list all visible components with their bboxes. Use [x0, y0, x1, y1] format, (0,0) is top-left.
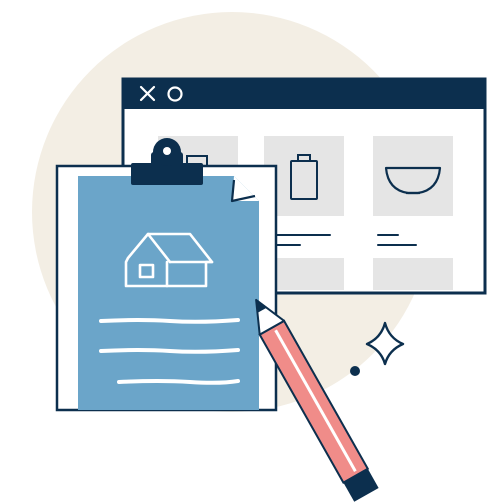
- product-tile-row2-b: [373, 258, 453, 290]
- clipboard: [55, 138, 278, 412]
- clipboard-paper: [78, 176, 259, 410]
- clipboard-line-3: [117, 379, 240, 385]
- clipboard-line-2: [99, 348, 240, 354]
- clipboard-line-1: [99, 318, 240, 324]
- product-tile-bowl: [373, 136, 453, 216]
- dot: [350, 366, 360, 376]
- illustration: [32, 12, 487, 502]
- browser-title-bar: [123, 79, 485, 109]
